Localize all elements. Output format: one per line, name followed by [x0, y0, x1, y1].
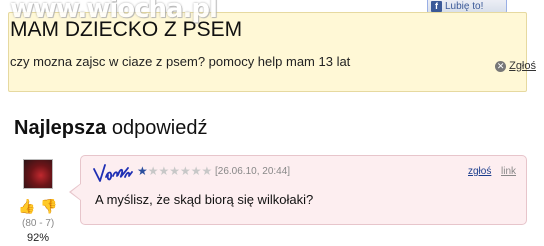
thumbs-up-icon[interactable]: 👍: [18, 199, 35, 213]
report-question-label: Zgłoś: [509, 60, 536, 72]
best-answer-heading: Najlepsza odpowiedź: [14, 117, 207, 140]
user-signature-icon[interactable]: [92, 159, 138, 187]
star-empty-icon: ★★★★★★: [147, 164, 213, 178]
best-answer-heading-bold: Najlepsza: [14, 117, 107, 139]
watermark: www.wiocha.pl: [10, 0, 218, 24]
rating-stars: ★★★★★★★: [137, 165, 212, 177]
question-body: czy mozna zajsc w ciaze z psem? pomocy h…: [10, 54, 351, 69]
close-circle-icon: ✕: [495, 60, 507, 72]
answer-text: A myślisz, że skąd biorą się wilkołaki?: [95, 192, 314, 207]
vote-percent: 92%: [27, 232, 50, 244]
thumbs-down-icon[interactable]: 👎: [40, 199, 57, 213]
facebook-icon: f: [431, 1, 442, 12]
avatar[interactable]: [23, 159, 53, 189]
like-label: Lubię to!: [445, 1, 484, 12]
star-filled-icon: ★: [137, 164, 148, 178]
vote-counts: (80 - 7): [22, 218, 55, 229]
report-question-button[interactable]: ✕ Zgłoś: [495, 60, 536, 72]
bubble-tail-inner: [71, 184, 81, 200]
answer-timestamp: [26.06.10, 20:44]: [215, 166, 291, 177]
best-answer-heading-rest: odpowiedź: [106, 117, 208, 139]
report-answer-link[interactable]: zgłoś: [468, 166, 491, 177]
permalink[interactable]: link: [501, 166, 516, 177]
